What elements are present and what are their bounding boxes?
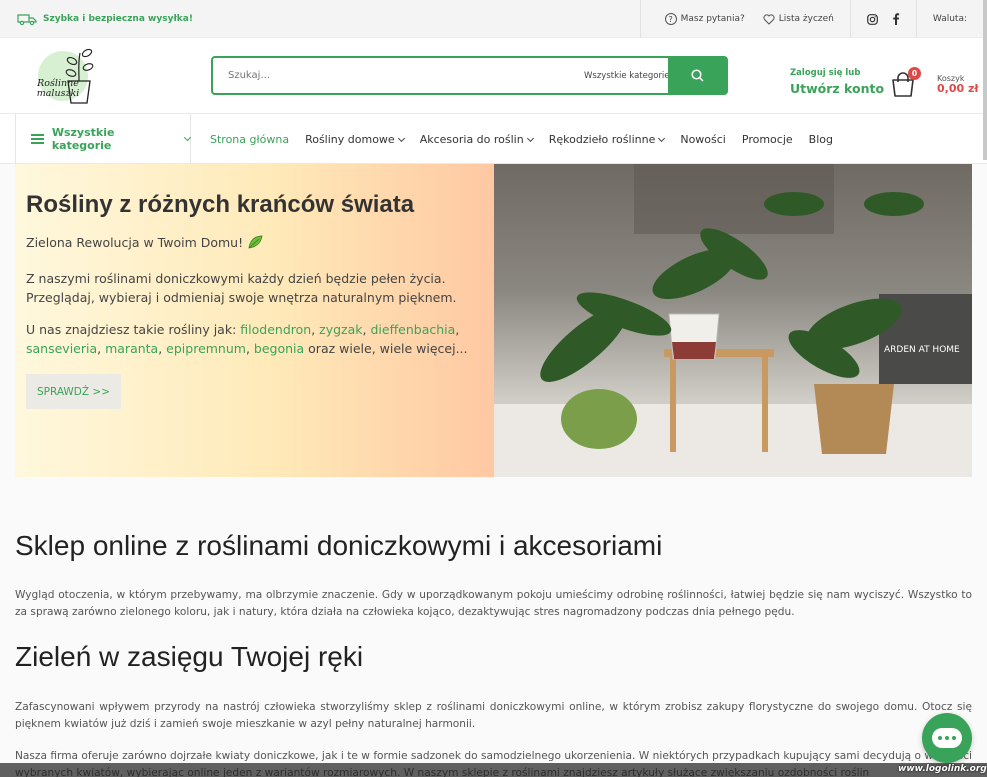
wishlist-link[interactable]: Lista życzeń [761,0,850,38]
account-links: Zaloguj się lub Utwórz konto [790,68,884,96]
instagram-icon[interactable] [866,13,878,25]
hero-subtitle: Zielona Rewolucja w Twoim Domu! [26,235,263,250]
plant-link[interactable]: zygzak [319,322,362,337]
hero-plant-photo: ARDEN AT HOME [494,164,972,477]
login-link[interactable]: Zaloguj się lub [790,68,884,78]
section-heading-green: Zieleń w zasięgu Twojej ręki [15,641,364,672]
heart-icon [763,13,775,25]
plants-illustration: ARDEN AT HOME [494,164,972,477]
main-content: Sklep online z roślinami doniczkowymi i … [15,530,972,777]
chevron-down-icon [184,133,192,141]
chevron-down-icon [397,134,405,142]
bottom-overlay [0,763,987,777]
hero-banner: Rośliny z różnych krańców świata Zielona… [15,164,972,477]
scrollbar[interactable] [983,0,987,160]
nav-menu: Strona główna Rośliny domowe Akcesoria d… [210,114,833,164]
nav-item-blog[interactable]: Blog [809,133,833,146]
hero-plant-list: U nas znajdziesz takie rośliny jak: filo… [26,322,468,356]
plant-link[interactable]: sansevieria [26,341,97,356]
hero-plant-prefix: U nas znajdziesz takie rośliny jak: [26,322,241,337]
hero-description: Z naszymi roślinami doniczkowymi każdy d… [26,271,457,305]
question-label: Masz pytania? [680,14,745,24]
currency-label: Waluta: [932,14,967,24]
plant-link[interactable]: dieffenbachia [370,322,455,337]
hero-title: Rośliny z różnych krańców świata [26,191,415,218]
photo-sign-text: ARDEN AT HOME [884,345,960,355]
section-paragraph: Zafascynowani wpływem przyrody na nastró… [15,701,972,730]
shipping-text: Szybka i bezpieczna wysyłka! [43,13,193,24]
search-button[interactable] [668,57,726,94]
chevron-down-icon [526,134,534,142]
plant-link[interactable]: filodendron [240,322,311,337]
plant-link[interactable]: epipremnum [166,341,246,356]
logo-text-2: maluszki [36,88,80,99]
section-paragraph: Wygląd otoczenia, w którym przebywamy, m… [15,589,972,618]
nav-item-handicraft[interactable]: Rękodzieło roślinne [548,132,666,146]
nav-item-home[interactable]: Strona główna [210,133,289,146]
all-categories-button[interactable]: Wszystkie kategorie [15,114,192,164]
cart-count-badge: 0 [908,67,921,80]
wishlist-label: Lista życzeń [778,14,834,24]
question-link[interactable]: ? Masz pytania? [639,0,761,38]
currency-selector[interactable]: Waluta: [915,0,967,38]
nav-item-accessories[interactable]: Akcesoria do roślin [419,132,534,146]
logo-text: Roślinne maluszki [33,79,83,99]
nav-item-label: Rękodzieło roślinne [548,132,656,146]
chat-icon [932,728,962,748]
plant-pot-icon [65,48,94,104]
plant-link[interactable]: maranta [105,341,158,356]
nav-item-label: Akcesoria do roślin [419,132,524,146]
facebook-icon[interactable] [892,13,900,25]
leaf-icon [248,235,263,249]
hamburger-icon [31,134,44,144]
social-links [849,0,916,38]
watermark: www.logolink.org [898,764,987,774]
hero-plant-suffix: oraz wiele, wiele więcej... [304,341,468,356]
nav-item-new[interactable]: Nowości [680,133,726,146]
header: Roślinne maluszki Wszystkie kategorie Za… [0,38,987,114]
search-bar: Wszystkie kategorie [211,56,728,95]
logo[interactable]: Roślinne maluszki [30,45,102,109]
chevron-down-icon [658,134,666,142]
cart-value[interactable]: 0,00 zł [937,82,978,95]
top-bar: Szybka i bezpieczna wysyłka! ? Masz pyta… [0,0,987,38]
truck-icon [17,13,37,25]
shipping-info: Szybka i bezpieczna wysyłka! [17,12,193,26]
search-category-select[interactable]: Wszystkie kategorie [584,71,668,81]
hero-text-panel: Rośliny z różnych krańców świata Zielona… [15,164,494,477]
create-account-link[interactable]: Utwórz konto [790,81,884,96]
nav-item-house-plants[interactable]: Rośliny domowe [305,132,405,146]
search-icon [690,69,704,82]
search-input[interactable] [213,58,584,93]
chat-button[interactable] [922,713,972,763]
hero-subtitle-text: Zielona Rewolucja w Twoim Domu! [26,235,244,250]
question-icon: ? [664,13,677,25]
plant-link[interactable]: begonia [254,341,304,356]
section-heading-shop: Sklep online z roślinami doniczkowymi i … [15,530,663,561]
nav-item-label: Rośliny domowe [305,132,395,146]
nav-item-promotions[interactable]: Promocje [742,133,793,146]
all-categories-label: Wszystkie kategorie [51,126,115,152]
check-button[interactable]: SPRAWDŹ >> [26,374,121,409]
main-nav: Wszystkie kategorie Strona główna Roślin… [0,114,987,164]
